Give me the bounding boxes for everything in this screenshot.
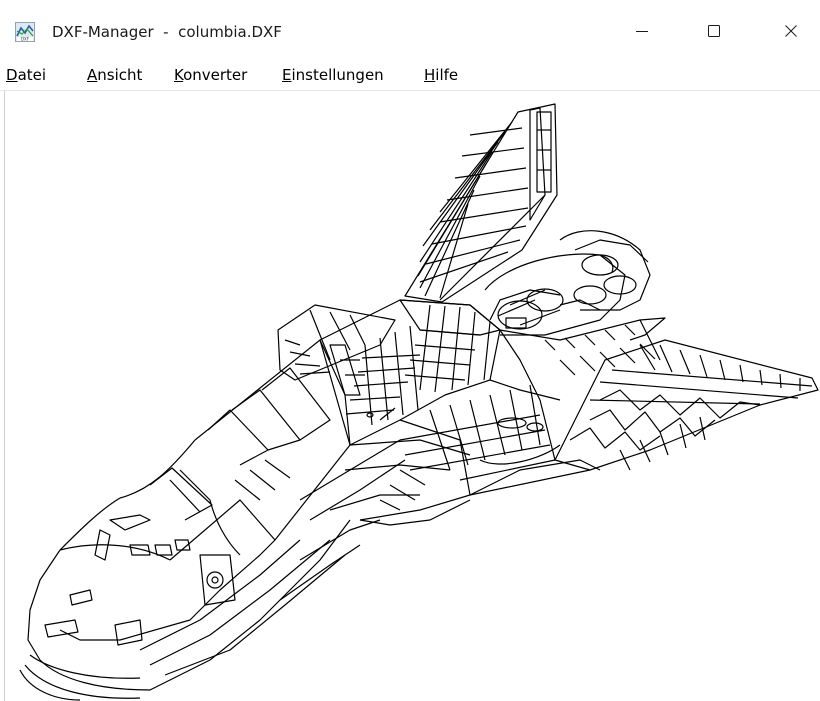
menu-konverter-mnemonic: K (174, 66, 184, 84)
close-icon (785, 25, 797, 37)
menu-einstellungen[interactable]: Einstellungen (282, 64, 384, 86)
space-shuttle-wireframe (19, 103, 819, 701)
maximize-button[interactable] (689, 8, 739, 54)
window-title: DXF-Manager - columbia.DXF (52, 23, 282, 41)
menu-bar: Datei Ansicht Konverter Einstellungen Hi… (0, 62, 820, 91)
menu-datei-mnemonic: D (6, 66, 18, 84)
title-bar[interactable]: DXF DXF-Manager - columbia.DXF (0, 0, 820, 62)
minimize-button[interactable] (617, 8, 667, 54)
drawing-canvas[interactable] (0, 91, 820, 701)
engine-cluster (484, 230, 666, 341)
window-border (4, 91, 5, 701)
fuselage (359, 319, 661, 526)
app-window: DXF DXF-Manager - columbia.DXF Datei Ans… (0, 0, 820, 701)
menu-hilfe-label: ilfe (435, 66, 459, 84)
menu-ansicht-label: nsicht (97, 66, 143, 84)
menu-ansicht-mnemonic: A (87, 66, 98, 84)
menu-hilfe-mnemonic: H (424, 66, 436, 84)
minimize-icon (636, 31, 648, 32)
dxf-app-icon: DXF (15, 22, 35, 42)
menu-ansicht[interactable]: Ansicht (87, 64, 142, 86)
menu-konverter-label: onverter (183, 66, 248, 84)
menu-datei[interactable]: Datei (6, 64, 46, 86)
menu-einstellungen-label: instellungen (291, 66, 384, 84)
menu-konverter[interactable]: Konverter (174, 64, 247, 86)
close-button[interactable] (766, 8, 816, 54)
maximize-icon (708, 25, 720, 37)
tail-fin (404, 103, 558, 303)
forward-fuselage (19, 339, 406, 701)
menu-datei-label: atei (17, 66, 47, 84)
svg-text:DXF: DXF (21, 37, 30, 42)
menu-hilfe[interactable]: Hilfe (424, 64, 458, 86)
